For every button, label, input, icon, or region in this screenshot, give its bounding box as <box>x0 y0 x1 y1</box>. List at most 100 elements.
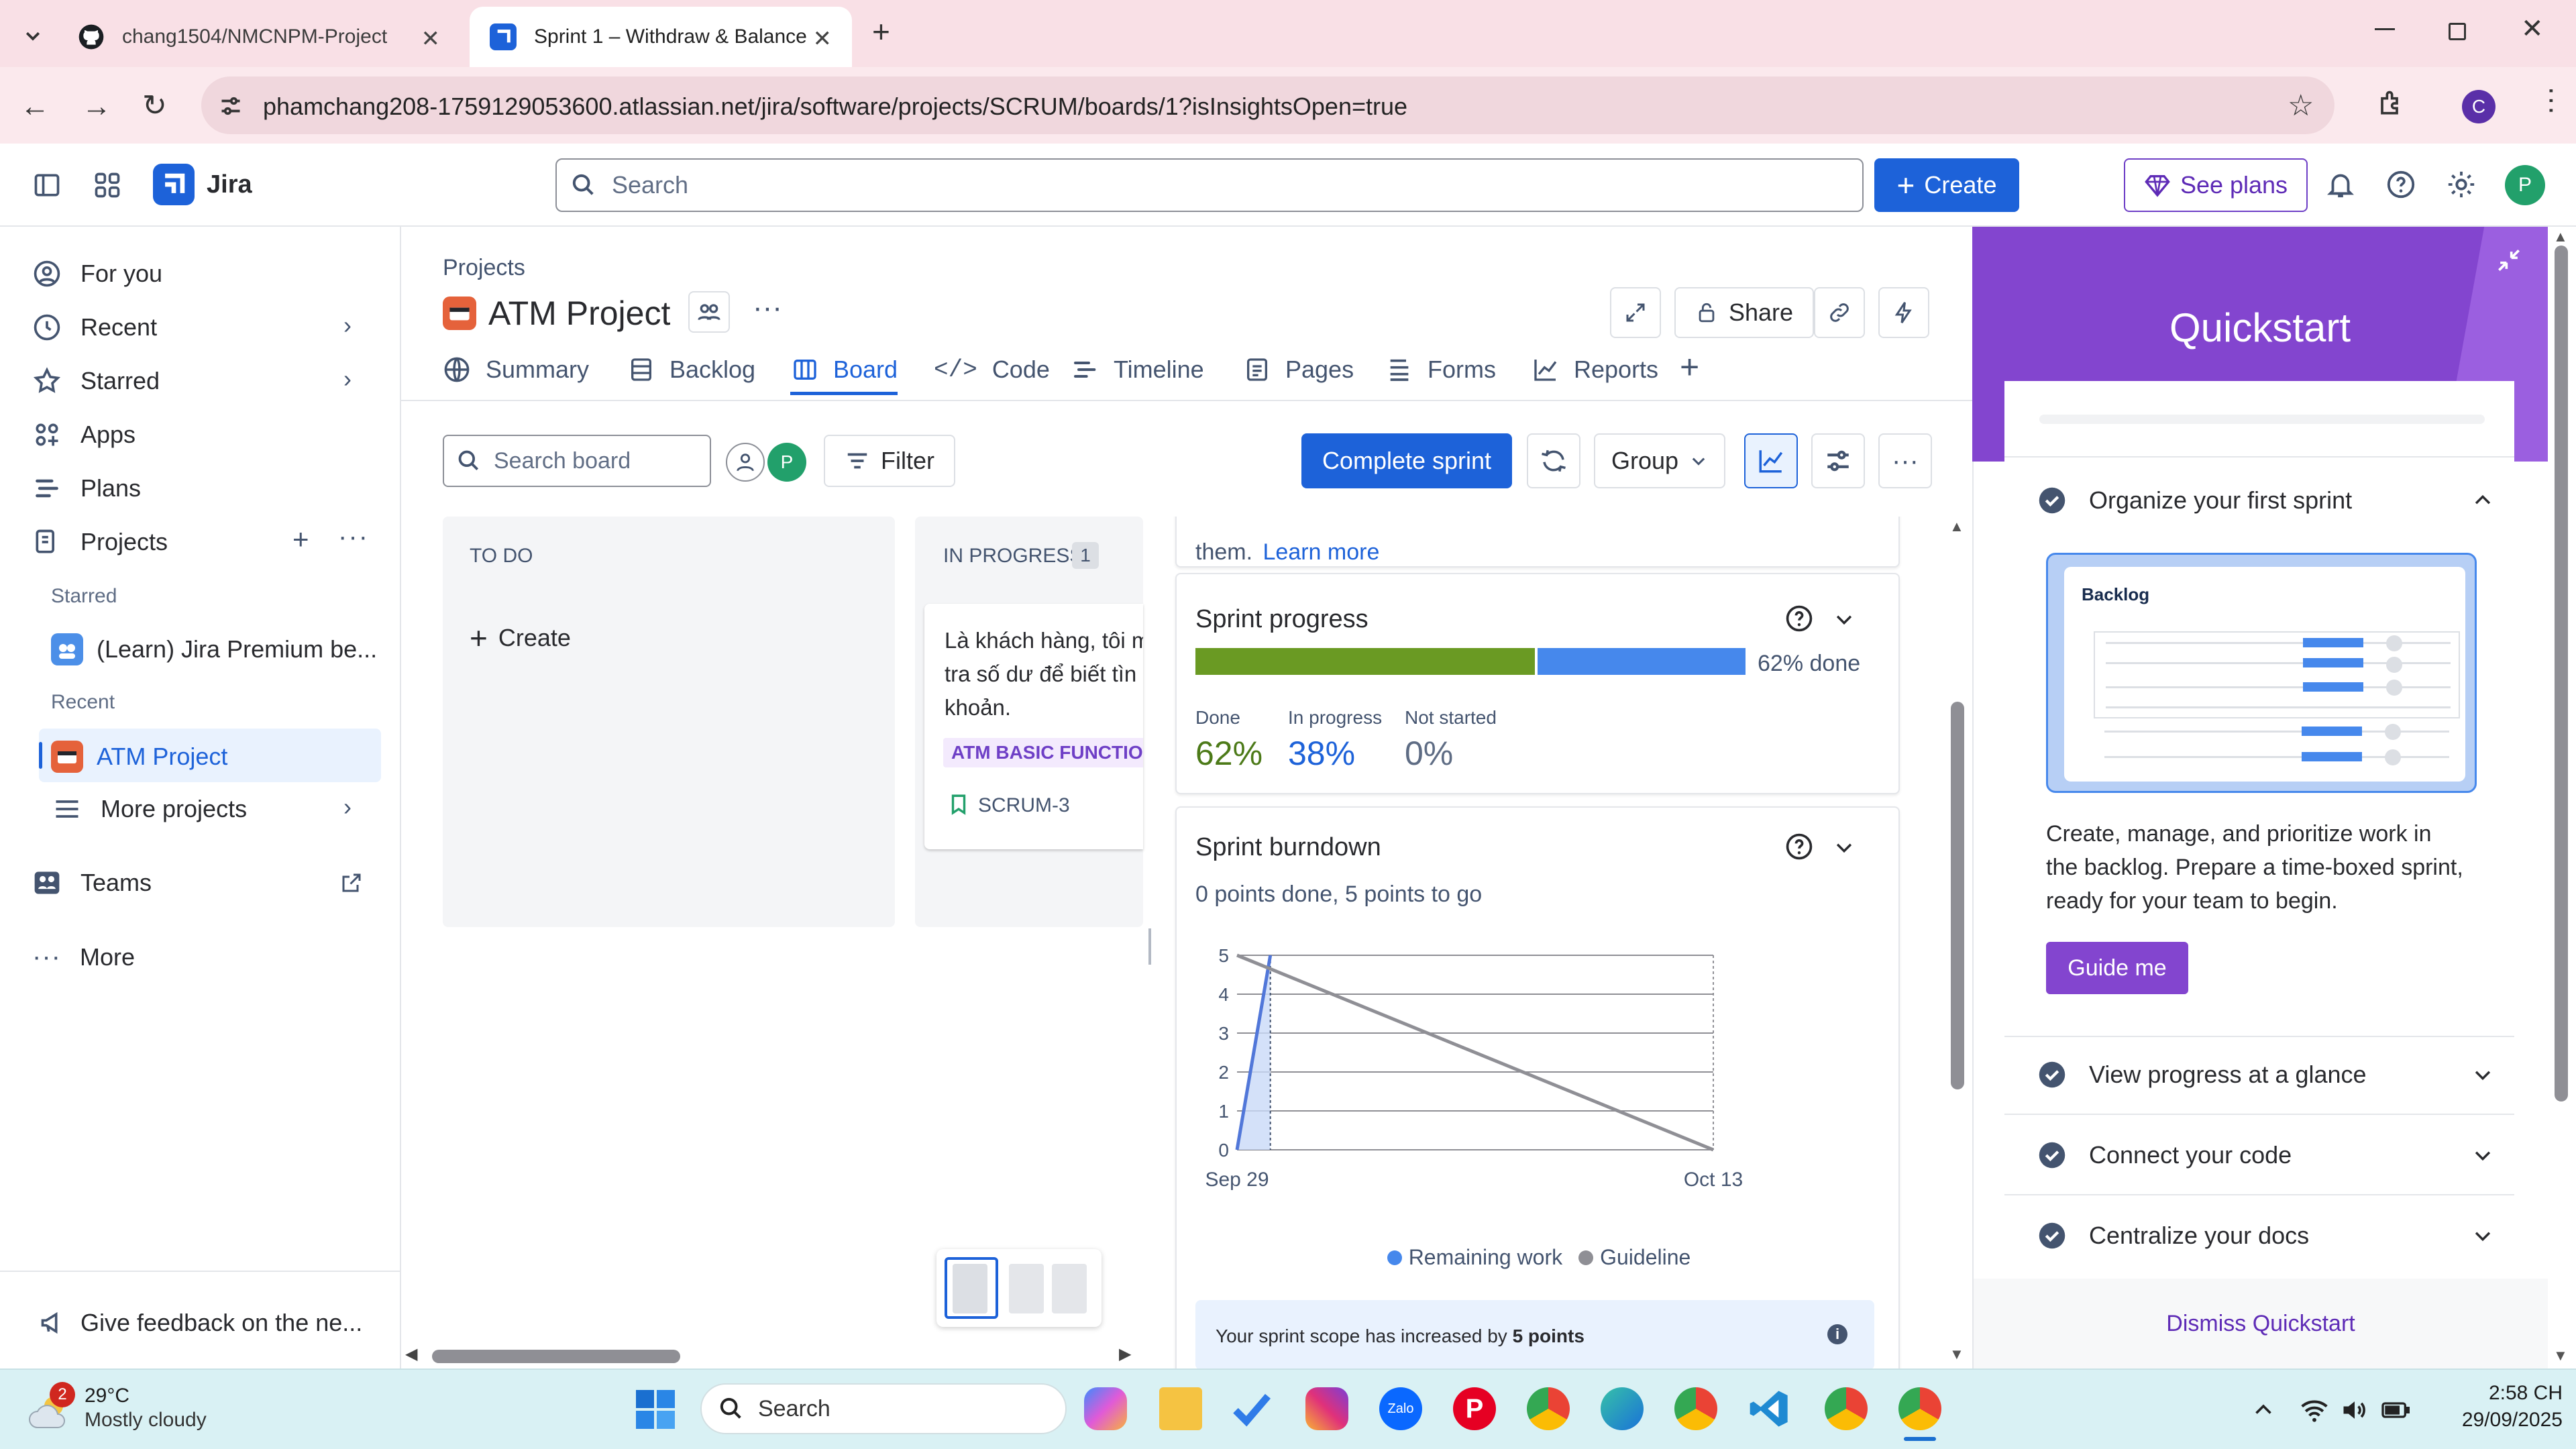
volume-icon[interactable] <box>2340 1395 2369 1425</box>
sidebar-item-for-you[interactable]: For you <box>32 259 162 288</box>
tab-backlog[interactable]: Backlog <box>628 356 755 384</box>
insights-button[interactable] <box>1744 433 1798 488</box>
chevron-right-icon[interactable]: › <box>343 311 352 339</box>
tab-forms[interactable]: Forms <box>1386 356 1496 384</box>
search-board-input[interactable]: Search board <box>443 435 711 487</box>
site-settings-icon[interactable] <box>219 94 243 118</box>
filter-button[interactable]: Filter <box>824 435 955 487</box>
help-icon[interactable] <box>2385 169 2416 200</box>
sidebar-item-recent[interactable]: Recent <box>32 313 157 342</box>
starred-project-item[interactable]: (Learn) Jira Premium be... <box>51 633 377 665</box>
close-tab-icon[interactable]: ✕ <box>421 25 441 52</box>
quickstart-scroll-down[interactable]: ▼ <box>2553 1347 2568 1364</box>
quickstart-section-view-progress[interactable]: View progress at a glance <box>2038 1056 2494 1093</box>
add-tab-icon[interactable]: + <box>1680 347 1699 386</box>
app-switcher-icon[interactable] <box>93 170 122 200</box>
chevron-down-icon[interactable] <box>1833 836 1856 859</box>
browser-tab-jira[interactable]: Sprint 1 – Withdraw & Balance ✕ <box>470 7 852 67</box>
zalo-icon[interactable]: Zalo <box>1379 1387 1422 1430</box>
breadcrumb[interactable]: Projects <box>443 255 525 281</box>
share-button[interactable]: Share <box>1674 287 1814 338</box>
notifications-bell-icon[interactable] <box>2325 169 2356 200</box>
sidebar-item-teams[interactable]: Teams <box>32 868 152 898</box>
browser-menu-icon[interactable]: ··· <box>2536 86 2569 115</box>
epic-label[interactable]: ATM BASIC FUNCTIOI <box>943 738 1143 767</box>
group-dropdown[interactable]: Group <box>1594 433 1725 488</box>
instagram-icon[interactable] <box>1305 1387 1348 1430</box>
view-settings-button[interactable] <box>1811 433 1865 488</box>
retrospective-button[interactable] <box>1527 433 1580 488</box>
new-tab-icon[interactable]: + <box>872 13 890 50</box>
recent-project-item[interactable]: ATM Project <box>51 741 227 773</box>
more-projects-item[interactable]: More projects <box>52 794 247 824</box>
forward-icon[interactable]: → <box>82 90 111 123</box>
close-tab-icon[interactable]: ✕ <box>813 25 833 52</box>
quickstart-section-organize[interactable]: Organize your first sprint <box>2038 482 2494 519</box>
wifi-icon[interactable] <box>2300 1395 2329 1425</box>
chrome-profile-d-icon[interactable] <box>1674 1387 1717 1430</box>
quickstart-scroll-up[interactable]: ▲ <box>2553 228 2568 246</box>
scroll-left-arrow[interactable]: ◀ <box>405 1344 417 1364</box>
insights-scroll-down[interactable]: ▼ <box>1949 1346 1964 1363</box>
global-search-input[interactable]: Search <box>555 158 1864 212</box>
tab-reports[interactable]: Reports <box>1532 356 1658 384</box>
reload-icon[interactable]: ↻ <box>142 89 167 123</box>
project-more-icon[interactable]: ··· <box>753 291 782 325</box>
sidebar-item-projects[interactable]: Projects <box>32 527 168 557</box>
external-link-icon[interactable] <box>339 871 364 895</box>
vscode-icon[interactable] <box>1748 1387 1791 1430</box>
chrome-profile-c-icon[interactable] <box>1898 1387 1941 1430</box>
sidebar-item-more[interactable]: ··· More <box>32 942 135 972</box>
profile-avatar[interactable]: C <box>2462 90 2496 123</box>
tab-timeline[interactable]: Timeline <box>1072 356 1204 384</box>
settings-gear-icon[interactable] <box>2446 169 2477 200</box>
battery-icon[interactable] <box>2380 1397 2412 1424</box>
dismiss-quickstart-link[interactable]: Dismiss Quickstart <box>1974 1311 2548 1337</box>
complete-sprint-button[interactable]: Complete sprint <box>1301 433 1512 488</box>
chrome-icon[interactable] <box>1527 1387 1570 1430</box>
create-button[interactable]: + Create <box>1874 158 2019 212</box>
create-issue-button[interactable]: + Create <box>470 620 571 656</box>
give-feedback-button[interactable]: Give feedback on the ne... <box>39 1308 362 1338</box>
bookmark-star-icon[interactable]: ☆ <box>2288 89 2314 123</box>
tab-search-button[interactable] <box>15 17 51 54</box>
pinterest-icon[interactable]: P <box>1453 1387 1496 1430</box>
sidebar-item-apps[interactable]: Apps <box>32 420 136 449</box>
tab-pages[interactable]: Pages <box>1244 356 1354 384</box>
see-plans-button[interactable]: See plans <box>2124 158 2308 212</box>
scroll-right-arrow[interactable]: ▶ <box>1119 1344 1131 1364</box>
quickstart-section-centralize-docs[interactable]: Centralize your docs <box>2038 1217 2494 1254</box>
unassigned-avatar[interactable] <box>726 443 765 482</box>
assignee-avatar[interactable]: P <box>767 443 806 482</box>
info-icon[interactable]: i <box>1827 1324 1847 1344</box>
horizontal-scrollbar-thumb[interactable] <box>432 1350 680 1363</box>
sidebar-item-plans[interactable]: Plans <box>32 474 141 503</box>
more-options-icon[interactable]: ··· <box>338 522 369 552</box>
restore-icon[interactable] <box>2449 23 2466 40</box>
extensions-icon[interactable] <box>2375 89 2404 118</box>
team-button[interactable] <box>688 291 730 333</box>
help-icon[interactable] <box>1784 604 1814 633</box>
browser-tab-github[interactable]: chang1504/NMCNPM-Project ✕ <box>58 7 460 67</box>
close-window-icon[interactable]: ✕ <box>2521 13 2544 44</box>
board-minimap[interactable] <box>936 1249 1102 1327</box>
jira-logo[interactable]: Jira <box>153 164 252 205</box>
chevron-right-icon[interactable]: › <box>343 365 352 393</box>
file-explorer-icon[interactable] <box>1159 1387 1202 1430</box>
insights-scroll-up[interactable]: ▲ <box>1949 518 1964 535</box>
sidebar-toggle-icon[interactable] <box>32 170 62 200</box>
collapse-quickstart-icon[interactable] <box>2494 246 2524 275</box>
todo-icon[interactable] <box>1230 1387 1273 1430</box>
user-avatar[interactable]: P <box>2505 165 2545 205</box>
copy-link-button[interactable] <box>1814 287 1865 338</box>
learn-more-link[interactable]: Learn more <box>1263 539 1380 565</box>
add-project-icon[interactable]: + <box>292 523 309 555</box>
sidebar-item-starred[interactable]: Starred <box>32 366 160 396</box>
copilot-icon[interactable] <box>1084 1387 1127 1430</box>
tab-board[interactable]: Board <box>792 356 898 384</box>
issue-card[interactable]: Là khách hàng, tôi m tra số dư để biết t… <box>924 604 1143 849</box>
weather-widget[interactable]: 2 29°C Mostly cloudy <box>27 1382 228 1438</box>
minimize-icon[interactable] <box>2375 28 2395 30</box>
chrome-icon-2[interactable] <box>1825 1387 1868 1430</box>
clock[interactable]: 2:58 CH 29/09/2025 <box>2428 1382 2563 1432</box>
